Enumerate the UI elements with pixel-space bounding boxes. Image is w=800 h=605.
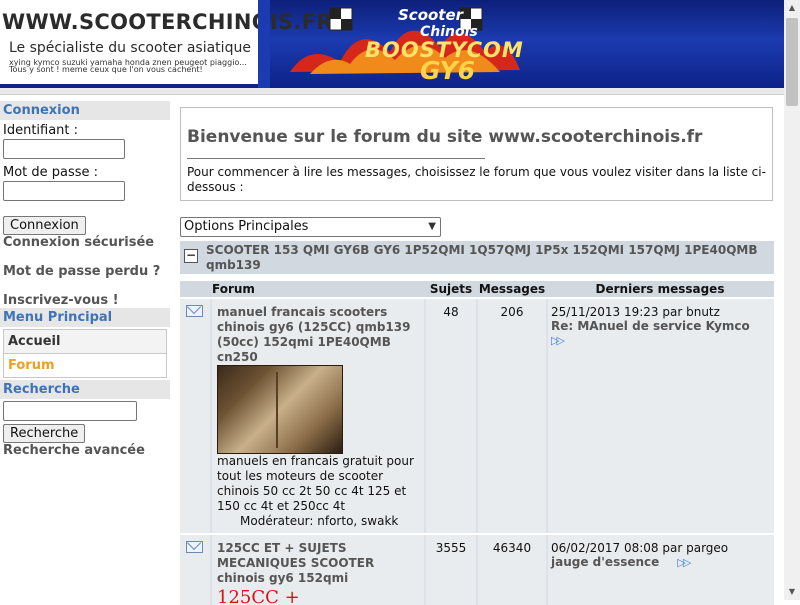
options-dropdown[interactable]: Options Principales ▼ — [180, 217, 441, 237]
search-button[interactable]: Recherche — [3, 424, 86, 443]
forum-topics-count: 48 — [426, 299, 476, 533]
forum-cell: manuel francais scooters chinois gy6 (12… — [212, 299, 424, 533]
go-to-last-post-icon[interactable]: ▷▷ — [677, 556, 691, 569]
forum-messages-count: 46340 — [478, 535, 546, 605]
register-link[interactable]: Inscrivez-vous ! — [0, 293, 170, 308]
last-post-line: jauge d'essence ▷▷ — [551, 555, 774, 570]
sidebar: Connexion Identifiant : Mot de passe : C… — [0, 99, 170, 600]
category-title[interactable]: SCOOTER 153 QMI GY6B GY6 1P52QMI 1Q57QMJ… — [206, 243, 772, 273]
main-menu: Accueil Forum — [3, 329, 167, 378]
header-divider — [258, 0, 270, 88]
mail-icon — [186, 305, 203, 317]
forum-cell: 125CC ET + SUJETS MECANIQUES SCOOTER chi… — [212, 535, 424, 605]
username-input[interactable] — [3, 139, 125, 159]
last-post-cell: 06/02/2017 08:08 par pargeo jauge d'esse… — [548, 535, 774, 605]
column-header-topics: Sujets — [429, 282, 473, 296]
last-post-title[interactable]: Re: MAnuel de service Kymco — [551, 319, 774, 333]
site-brand[interactable]: WWW.SCOOTERCHINOIS.FR Le spécialiste du … — [0, 0, 332, 84]
forum-topics-count: 3555 — [426, 535, 476, 605]
forum-table: Forum Sujets Messages Derniers messages … — [180, 281, 774, 605]
welcome-box: Bienvenue sur le forum du site www.scoot… — [180, 107, 773, 201]
header-separator — [0, 88, 784, 95]
main-menu-title: Menu Principal — [0, 308, 170, 327]
menu-item-forum[interactable]: Forum — [4, 354, 166, 377]
forum-link[interactable]: manuel francais scooters chinois gy6 (12… — [217, 305, 424, 365]
search-input[interactable] — [3, 401, 137, 421]
go-to-last-post-icon[interactable]: ▷▷ — [551, 334, 565, 347]
forum-description: manuels en francais gratuit pour tout le… — [217, 454, 414, 513]
chevron-down-icon: ▼ — [428, 221, 436, 232]
table-header-row: Forum Sujets Messages Derniers messages — [180, 281, 774, 297]
mail-icon — [186, 541, 203, 553]
login-button[interactable]: Connexion — [3, 216, 86, 235]
column-header-forum: Forum — [212, 282, 255, 296]
logo-text-gy6: GY6 — [420, 56, 476, 85]
login-title: Connexion — [0, 101, 170, 120]
menu-item-accueil[interactable]: Accueil — [4, 330, 166, 354]
scroll-down-arrow-icon[interactable]: ▼ — [784, 584, 800, 600]
table-header-icon — [180, 281, 210, 297]
password-input[interactable] — [3, 181, 125, 201]
lost-password-link[interactable]: Mot de passe perdu ? — [0, 264, 170, 279]
forum-status-cell — [180, 535, 210, 605]
welcome-divider — [187, 158, 485, 159]
site-header: WWW.SCOOTERCHINOIS.FR Le spécialiste du … — [0, 0, 784, 88]
boostycom-logo[interactable]: Scooter Chinois BOOSTYCOM GY6 — [270, 2, 532, 86]
site-tagline: Le spécialiste du scooter asiatique — [9, 40, 251, 56]
forum-link[interactable]: 125CC ET + SUJETS MECANIQUES SCOOTER chi… — [217, 541, 424, 586]
collapse-icon[interactable]: − — [184, 249, 198, 263]
scroll-thumb[interactable] — [786, 18, 798, 106]
last-post-date: 25/11/2013 19:23 par bnutz — [551, 305, 720, 319]
forum-status-cell — [180, 299, 210, 533]
welcome-title: Bienvenue sur le forum du site www.scoot… — [187, 127, 703, 147]
last-post-cell: 25/11/2013 19:23 par bnutz Re: MAnuel de… — [548, 299, 774, 533]
username-label: Identifiant : — [3, 123, 79, 138]
options-dropdown-value: Options Principales — [184, 219, 309, 234]
scroll-up-arrow-icon[interactable]: ▲ — [784, 0, 800, 16]
category-header: − SCOOTER 153 QMI GY6B GY6 1P52QMI 1Q57Q… — [180, 241, 774, 274]
page-scrollbar[interactable]: ▲ ▼ — [784, 0, 800, 600]
forum-moderators[interactable]: Modérateur: nforto, swakk — [240, 514, 398, 528]
logo-text-scooter: Scooter — [398, 6, 464, 24]
column-header-messages: Messages — [478, 282, 546, 296]
table-row: manuel francais scooters chinois gy6 (12… — [180, 299, 774, 533]
forum-image-book — [217, 365, 343, 454]
advanced-search-link[interactable]: Recherche avancée — [0, 443, 170, 458]
last-post-date: 06/02/2017 08:08 par pargeo — [551, 541, 729, 555]
forum-messages-count: 206 — [478, 299, 546, 533]
forum-image-125cc: 125CC + — [217, 587, 300, 605]
secure-login-link[interactable]: Connexion sécurisée — [0, 235, 170, 250]
welcome-text: Pour commencer à lire les messages, choi… — [187, 165, 766, 194]
search-title: Recherche — [0, 380, 170, 399]
main-content: Bienvenue sur le forum du site www.scoot… — [176, 99, 780, 605]
password-label: Mot de passe : — [3, 165, 99, 180]
table-row: 125CC ET + SUJETS MECANIQUES SCOOTER chi… — [180, 535, 774, 605]
column-header-last-posts: Derniers messages — [595, 282, 725, 296]
slogan-line: Tous y sont ! meme ceux que l'on vous ca… — [9, 65, 203, 74]
last-post-title[interactable]: jauge d'essence — [551, 555, 659, 569]
